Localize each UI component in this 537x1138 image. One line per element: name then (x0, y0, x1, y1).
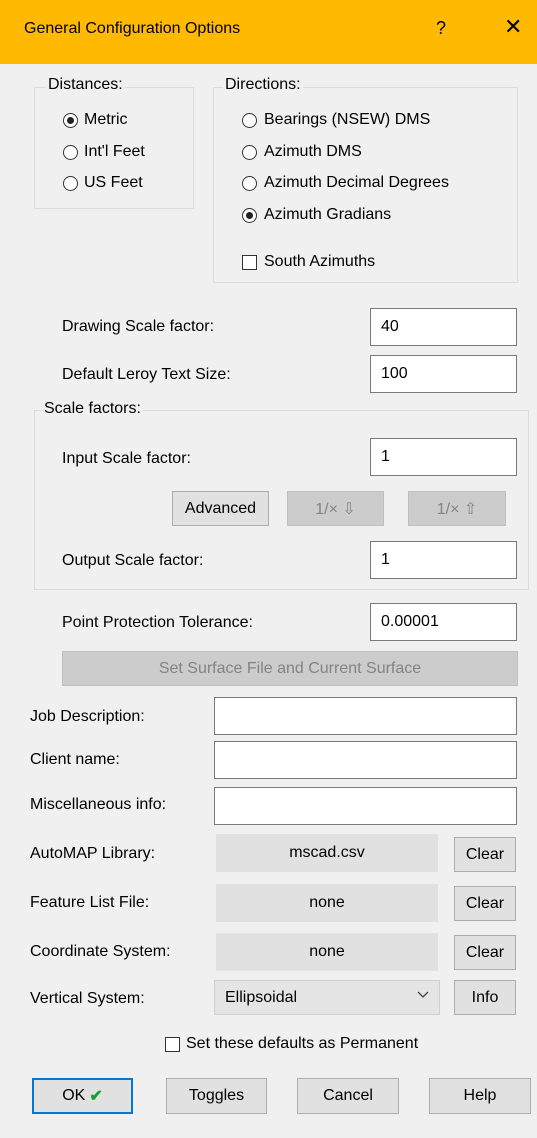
leroy-text-input[interactable]: 100 (370, 355, 517, 393)
radio-azimuth-gradians-label[interactable]: Azimuth Gradians (264, 206, 391, 224)
close-icon[interactable]: ✕ (504, 14, 522, 40)
input-scale-input[interactable]: 1 (370, 438, 517, 476)
permanent-box[interactable] (165, 1037, 180, 1052)
window-title: General Configuration Options (24, 20, 241, 37)
help-icon[interactable]: ? (436, 18, 446, 39)
misc-info-label: Miscellaneous info: (30, 796, 167, 813)
reciprocal-up-button[interactable]: 1/× ⇧ (408, 491, 506, 526)
directions-label: Directions: (223, 76, 303, 94)
radio-azimuth-decimal-button[interactable] (242, 176, 257, 191)
coordinate-system-button[interactable]: none (216, 933, 438, 971)
leroy-text-label: Default Leroy Text Size: (62, 366, 231, 383)
ok-label: OK (62, 1087, 86, 1104)
feature-list-button[interactable]: none (216, 884, 438, 922)
automap-clear-button[interactable]: Clear (454, 837, 516, 872)
drawing-scale-input[interactable]: 40 (370, 308, 517, 346)
output-scale-input[interactable]: 1 (370, 541, 517, 579)
scale-factors-label: Scale factors: (42, 400, 143, 418)
ok-button[interactable]: OK ✔ (32, 1078, 133, 1114)
input-scale-label: Input Scale factor: (62, 450, 191, 467)
radio-azimuth-dms-label[interactable]: Azimuth DMS (264, 143, 362, 161)
advanced-button[interactable]: Advanced (172, 491, 269, 526)
vertical-system-select[interactable]: Ellipsoidal (214, 980, 440, 1015)
radio-azimuth-dms-button[interactable] (242, 145, 257, 160)
south-azimuths-label[interactable]: South Azimuths (264, 253, 375, 271)
radio-azimuth-decimal-label[interactable]: Azimuth Decimal Degrees (264, 174, 449, 192)
radio-bearings-label[interactable]: Bearings (NSEW) DMS (264, 111, 430, 129)
point-protection-input[interactable]: 0.00001 (370, 603, 517, 641)
radio-metric-label[interactable]: Metric (84, 111, 128, 129)
point-protection-label: Point Protection Tolerance: (62, 614, 253, 631)
distances-label: Distances: (46, 76, 125, 94)
feature-list-clear-button[interactable]: Clear (454, 886, 516, 921)
misc-info-input[interactable] (214, 787, 517, 825)
vertical-system-label: Vertical System: (30, 990, 145, 1007)
radio-intl-feet-button[interactable] (63, 145, 78, 160)
drawing-scale-label: Drawing Scale factor: (62, 318, 215, 335)
radio-us-feet-button[interactable] (63, 176, 78, 191)
automap-library-button[interactable]: mscad.csv (216, 834, 438, 872)
output-scale-label: Output Scale factor: (62, 552, 204, 569)
chevron-down-icon[interactable] (417, 988, 429, 1006)
toggles-button[interactable]: Toggles (166, 1078, 267, 1114)
vertical-system-value: Ellipsoidal (225, 988, 298, 1006)
coordinate-system-clear-button[interactable]: Clear (454, 935, 516, 970)
permanent-label[interactable]: Set these defaults as Permanent (186, 1035, 418, 1053)
feature-list-label: Feature List File: (30, 894, 150, 911)
job-description-label: Job Description: (30, 708, 145, 725)
radio-azimuth-gradians-button[interactable] (242, 208, 257, 223)
coordinate-system-label: Coordinate System: (30, 943, 171, 960)
vertical-system-info-button[interactable]: Info (454, 980, 516, 1015)
help-button[interactable]: Help (429, 1078, 531, 1114)
automap-library-label: AutoMAP Library: (30, 845, 156, 862)
reciprocal-down-button[interactable]: 1/× ⇩ (287, 491, 384, 526)
checkmark-icon: ✔ (89, 1088, 103, 1105)
client-name-label: Client name: (30, 751, 120, 768)
radio-bearings-button[interactable] (242, 113, 257, 128)
set-surface-button[interactable]: Set Surface File and Current Surface (62, 651, 518, 686)
job-description-input[interactable] (214, 697, 517, 735)
radio-us-feet-label[interactable]: US Feet (84, 174, 143, 192)
south-azimuths-box[interactable] (242, 255, 257, 270)
radio-metric-button[interactable] (63, 113, 78, 128)
radio-intl-feet-label[interactable]: Int'l Feet (84, 143, 145, 161)
client-name-input[interactable] (214, 741, 517, 779)
cancel-button[interactable]: Cancel (297, 1078, 399, 1114)
